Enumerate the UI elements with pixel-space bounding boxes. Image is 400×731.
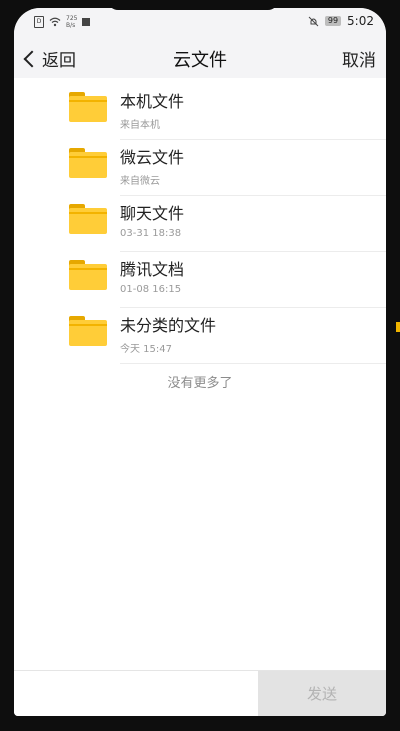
notification-icon [82,18,91,26]
network-speed: 725 B/s [66,15,77,29]
folder-subtitle: 来自本机 [120,120,160,131]
page-title: 云文件 [173,50,227,71]
folder-icon [69,316,107,346]
folder-row-weiyun[interactable]: 微云文件 来自微云 [14,140,386,196]
folder-row-uncategorized[interactable]: 未分类的文件 今天 15:47 [14,308,386,364]
divider [120,363,386,364]
battery-icon: 99 [324,16,342,26]
folder-name: 未分类的文件 [120,316,217,335]
folder-icon [69,148,107,178]
folder-name: 腾讯文档 [120,260,185,279]
status-left: D 725 B/s [34,15,91,29]
folder-subtitle: 来自微云 [120,176,160,187]
speed-unit: B/s [66,22,76,29]
folder-icon [69,260,107,290]
folder-icon [69,204,107,234]
folder-icon [69,92,107,122]
sim-icon: D [34,16,44,28]
phone-frame: D 725 B/s 99 5:02 返回 云文件 取消 本机文件 来自本机 微云… [0,0,400,731]
folder-name: 本机文件 [120,92,185,111]
folder-subtitle: 03-31 18:38 [120,228,182,239]
side-button [396,322,400,332]
send-button[interactable]: 发送 [258,671,386,716]
folder-row-tencent-docs[interactable]: 腾讯文档 01-08 16:15 [14,252,386,308]
screen: D 725 B/s 99 5:02 返回 云文件 取消 本机文件 来自本机 微云… [14,8,386,716]
end-of-list-text: 没有更多了 [167,376,233,391]
bottom-bezel [0,716,400,731]
navigation-bar: 返回 云文件 取消 [14,36,386,78]
cancel-button[interactable]: 取消 [342,46,376,71]
folder-subtitle: 今天 15:47 [120,344,172,355]
status-right: 99 5:02 [308,14,374,28]
folder-list: 本机文件 来自本机 微云文件 来自微云 聊天文件 03-31 18:38 腾讯文… [14,84,386,364]
status-bar: D 725 B/s 99 5:02 [14,8,386,36]
clock: 5:02 [347,14,374,28]
bottom-bar: 发送 [14,670,386,716]
wifi-icon [49,17,61,27]
folder-name: 聊天文件 [120,204,185,223]
folder-subtitle: 01-08 16:15 [120,284,182,295]
mute-bell-icon [308,16,319,26]
camera-notch [108,0,278,10]
speed-value: 725 [66,15,78,22]
folder-row-chat[interactable]: 聊天文件 03-31 18:38 [14,196,386,252]
folder-name: 微云文件 [120,148,185,167]
folder-row-local[interactable]: 本机文件 来自本机 [14,84,386,140]
